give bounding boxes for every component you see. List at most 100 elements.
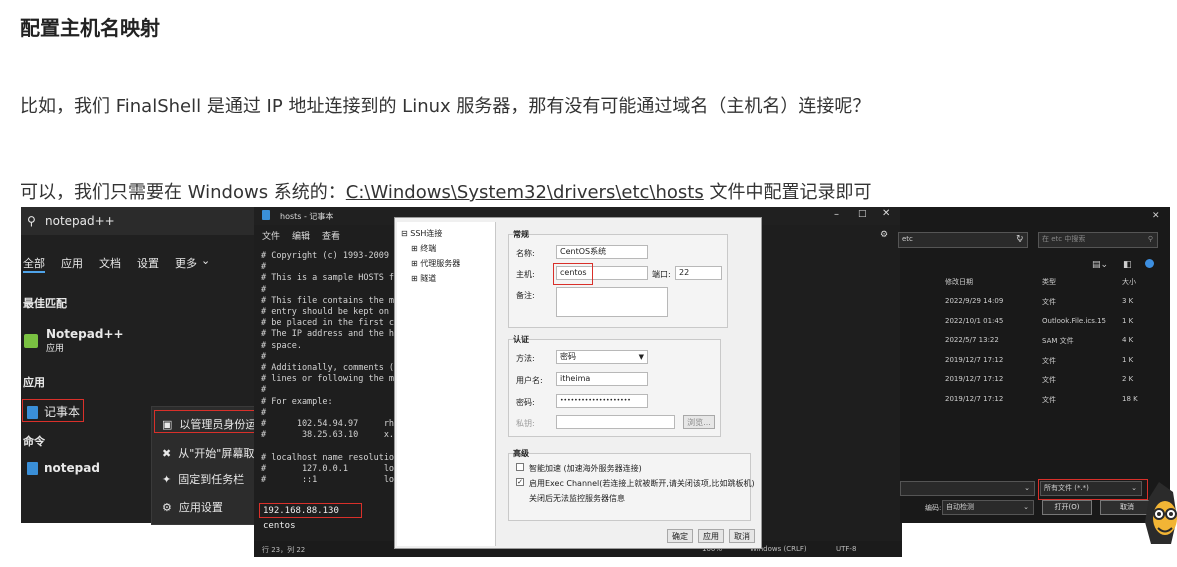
preview-pane-icon[interactable]: ◧ <box>1123 260 1132 270</box>
method-select[interactable]: 密码 ▼ <box>556 350 648 364</box>
key-input[interactable] <box>556 415 675 429</box>
search-box[interactable]: 在 etc 中搜索 ⚲ <box>1038 232 1158 248</box>
status-encoding: UTF-8 <box>836 545 857 553</box>
tree-collapse-icon: ⊟ <box>401 229 408 238</box>
tree-node-icon: ⊞ <box>411 274 418 283</box>
smart-accel-checkbox[interactable] <box>516 463 524 471</box>
encoding-select[interactable]: 自动检测 ⌄ <box>942 500 1034 515</box>
name-input[interactable]: CentOS系统 <box>556 245 648 259</box>
file-type: SAM 文件 <box>1042 337 1074 345</box>
open-button[interactable]: 打开(O) <box>1042 500 1092 515</box>
hosts-path: C:\Windows\System32\drivers\etc\hosts <box>345 182 704 203</box>
menu-item-app-settings[interactable]: ⚙ 应用设置 <box>162 499 223 515</box>
menu-view[interactable]: 查看 <box>322 229 340 242</box>
file-type: 文件 <box>1042 298 1056 306</box>
file-row[interactable]: 2019/12/7 17:12 文件 18 K <box>900 395 1170 409</box>
note-input[interactable] <box>556 287 668 317</box>
file-row[interactable]: 2019/12/7 17:12 文件 1 K <box>900 356 1170 370</box>
help-icon[interactable] <box>1145 259 1154 268</box>
file-date: 2022/10/1 01:45 <box>945 316 1004 325</box>
close-icon[interactable]: ✕ <box>1152 211 1160 221</box>
settings-tree: ⊟ SSH连接 ⊞ 终端 ⊞ 代理服务器 ⊞ 隧道 <box>397 222 496 546</box>
notepadpp-icon <box>24 333 38 348</box>
tab-settings[interactable]: 设置 <box>137 255 159 271</box>
user-label: 用户名: <box>516 376 543 385</box>
close-icon[interactable]: ✕ <box>882 208 890 219</box>
best-match-result[interactable]: Notepad++ 应用 <box>24 327 124 354</box>
exec-channel-checkbox[interactable]: ✓ <box>516 478 524 486</box>
tree-tunnel[interactable]: ⊞ 隧道 <box>411 273 436 284</box>
command-item-notepad[interactable]: notepad <box>27 461 100 475</box>
browse-button[interactable]: 浏览... <box>683 415 715 429</box>
method-label: 方法: <box>516 354 535 363</box>
open-file-dialog: ✕ etc ⌄ ↻ 在 etc 中搜索 ⚲ ▤⌄ ◧ 修改日期 类型 大小 20… <box>898 207 1170 523</box>
file-size: 3 K <box>1122 297 1134 305</box>
smart-accel-label: 智能加速 (加速海外服务器连接) <box>529 464 642 473</box>
chevron-down-icon: ⌄ <box>1023 503 1029 511</box>
menu-edit[interactable]: 编辑 <box>292 229 310 242</box>
method-value: 密码 <box>560 352 576 361</box>
menu-file[interactable]: 文件 <box>262 229 280 242</box>
chevron-down-icon: ⌄ <box>201 254 211 267</box>
file-type: 文件 <box>1042 395 1056 404</box>
file-row[interactable]: 2022/9/29 14:09 文件 3 K <box>900 297 1170 311</box>
file-type: 文件 <box>1042 356 1056 365</box>
mascot-icon <box>1145 478 1177 548</box>
port-input[interactable]: 22 <box>675 266 722 280</box>
best-match-sub: 应用 <box>46 344 65 354</box>
file-date: 2019/12/7 17:12 <box>945 394 1004 403</box>
menu-item-pin-taskbar[interactable]: ✦ 固定到任务栏 <box>162 471 244 487</box>
file-date: 2019/12/7 17:12 <box>945 375 1004 383</box>
view-options-icon[interactable]: ▤⌄ <box>1092 260 1108 270</box>
apply-button[interactable]: 应用 <box>698 529 724 543</box>
file-row[interactable]: 2019/12/7 17:12 文件 2 K <box>900 375 1170 389</box>
gear-icon: ⚙ <box>162 501 172 514</box>
answer-prefix: 可以，我们只需要在 Windows 系统的： <box>20 182 346 203</box>
tree-tunnel-label: 隧道 <box>420 274 437 283</box>
filename-input[interactable]: ⌄ <box>900 481 1035 496</box>
tree-proxy[interactable]: ⊞ 代理服务器 <box>411 258 460 269</box>
tree-terminal[interactable]: ⊞ 终端 <box>411 243 436 254</box>
path-value: etc <box>902 235 913 243</box>
minimize-icon[interactable]: – <box>834 209 839 220</box>
col-date[interactable]: 修改日期 <box>945 277 973 287</box>
search-input-value[interactable]: notepad++ <box>45 214 115 228</box>
command-item-label: notepad <box>44 461 100 475</box>
hosts-entry[interactable]: 192.168.88.130 centos <box>259 503 362 531</box>
answer-suffix: 文件中配置记录即可 <box>703 182 872 203</box>
name-label: 名称: <box>516 249 535 258</box>
paragraph-question: 比如，我们 FinalShell 是通过 IP 地址连接到的 Linux 服务器… <box>20 96 871 117</box>
cancel-button[interactable]: 取消 <box>729 529 755 543</box>
col-size[interactable]: 大小 <box>1122 277 1136 287</box>
ssh-dialog: ⊟ SSH连接 ⊞ 终端 ⊞ 代理服务器 ⊞ 隧道 常规 名称: CentOS系… <box>394 217 762 549</box>
commands-label: 命令 <box>23 435 45 448</box>
settings-icon[interactable]: ⚙ <box>880 230 888 240</box>
section-heading: 配置主机名映射 <box>20 16 160 40</box>
ok-button[interactable]: 确定 <box>667 529 693 543</box>
tab-more[interactable]: 更多 <box>175 255 197 271</box>
notepad-cmd-icon <box>27 462 38 475</box>
file-row[interactable]: 2022/5/7 13:22 SAM 文件 4 K <box>900 336 1170 350</box>
tab-all[interactable]: 全部 <box>23 255 45 273</box>
file-size: 1 K <box>1122 316 1134 325</box>
apps-label: 应用 <box>23 376 45 389</box>
maximize-icon[interactable]: □ <box>858 209 867 219</box>
tree-ssh[interactable]: ⊟ SSH连接 <box>401 228 442 239</box>
menu-item-unpin-start[interactable]: ✖ 从"开始"屏幕取 <box>162 445 254 461</box>
file-row[interactable]: 2022/10/1 01:45 Outlook.File.ics.15 1 K <box>900 317 1170 331</box>
notepad-title-icon <box>262 210 270 220</box>
refresh-icon[interactable]: ↻ <box>1016 234 1024 244</box>
user-input[interactable]: itheima <box>556 372 648 386</box>
start-search-box[interactable]: ⚲ notepad++ <box>21 207 261 235</box>
password-input[interactable]: •••••••••••••••••••• <box>556 394 648 408</box>
context-highlight-box <box>154 410 260 433</box>
col-type[interactable]: 类型 <box>1042 277 1056 287</box>
tree-terminal-label: 终端 <box>420 244 437 253</box>
tree-node-icon: ⊞ <box>411 244 418 253</box>
filter-highlight-box <box>1038 479 1148 500</box>
tab-docs[interactable]: 文档 <box>99 255 121 271</box>
general-title: 常规 <box>513 230 529 239</box>
tab-apps[interactable]: 应用 <box>61 255 83 271</box>
path-bar[interactable]: etc ⌄ <box>898 232 1028 248</box>
file-type: Outlook.File.ics.15 <box>1042 316 1106 325</box>
